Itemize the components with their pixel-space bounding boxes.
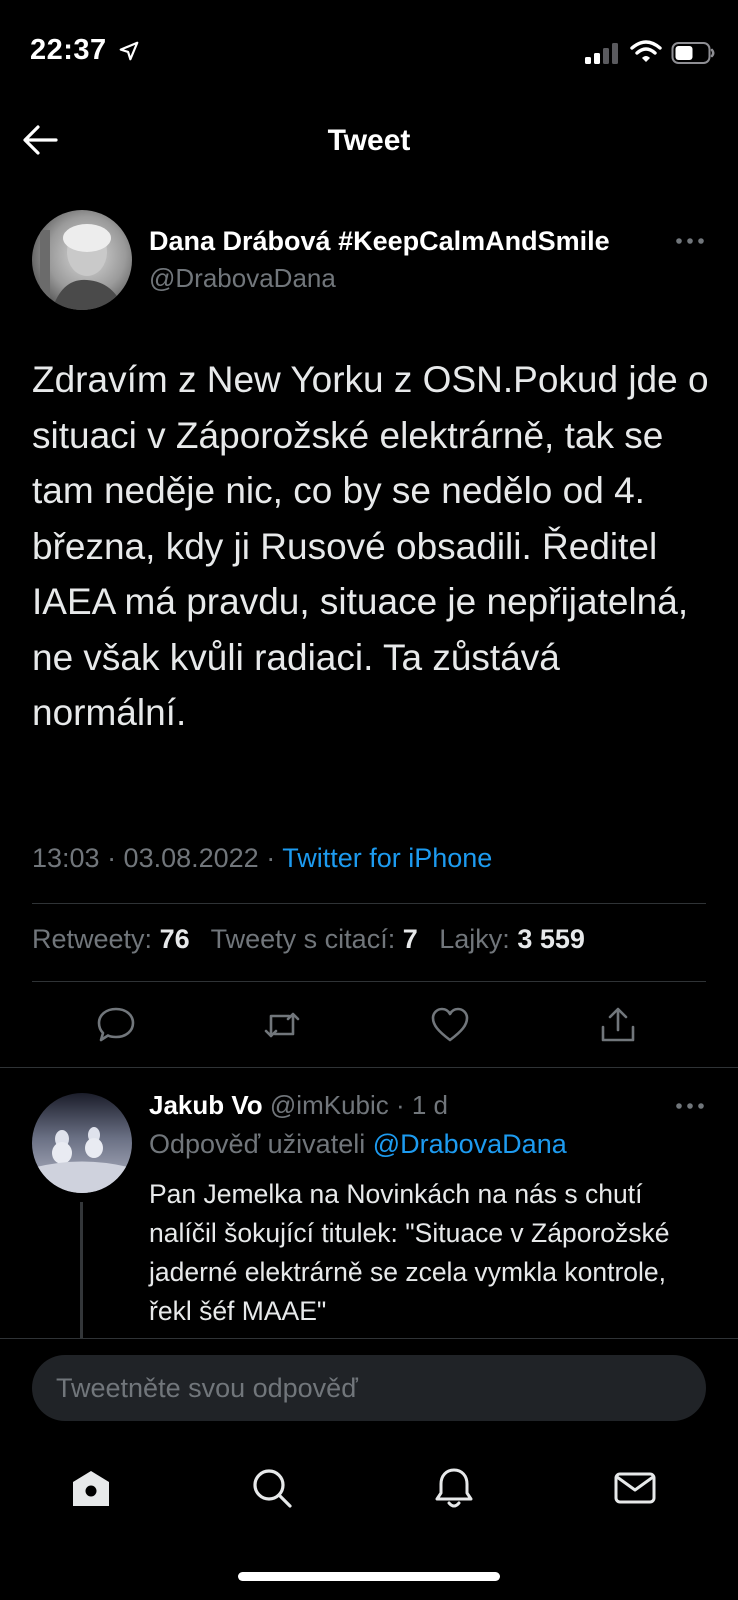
- author-handle[interactable]: @DrabovaDana: [149, 263, 336, 294]
- reply-to-label: Odpověď uživateli: [149, 1129, 373, 1159]
- tweet-text: Zdravím z New Yorku z OSN.Pokud jde o si…: [32, 359, 709, 733]
- divider: [32, 981, 706, 982]
- author-name[interactable]: Dana Drábová #KeepCalmAndSmile: [149, 226, 610, 257]
- status-time: 22:37: [30, 34, 107, 66]
- divider: [0, 1067, 738, 1068]
- reply-header: Jakub Vo @imKubic · 1 d: [149, 1090, 448, 1121]
- search-icon[interactable]: [250, 1466, 294, 1510]
- reply-text: Pan Jemelka na Novinkách na nás s chutí …: [149, 1179, 670, 1326]
- tweet-source-link[interactable]: Twitter for iPhone: [282, 843, 492, 873]
- likes-stat[interactable]: Lajky: 3 559: [439, 924, 585, 954]
- likes-label: Lajky:: [439, 924, 510, 954]
- home-indicator: [238, 1572, 500, 1581]
- avatar-image: [32, 210, 132, 310]
- like-icon[interactable]: [430, 1005, 470, 1045]
- reply-input[interactable]: [32, 1355, 676, 1421]
- reply-avatar-image: [32, 1093, 132, 1193]
- messages-icon[interactable]: [613, 1466, 657, 1510]
- more-options-icon[interactable]: [675, 236, 705, 246]
- quotes-count: 7: [402, 924, 418, 954]
- thread-line: [80, 1202, 83, 1338]
- home-icon[interactable]: [69, 1466, 113, 1510]
- battery-icon: [671, 42, 715, 64]
- reply-composer[interactable]: [32, 1355, 706, 1421]
- page-title: Tweet: [327, 124, 411, 157]
- retweets-stat[interactable]: Retweety: 76: [32, 924, 190, 954]
- quotes-label: Tweety s citací:: [210, 924, 396, 954]
- reply-to-mention[interactable]: @DrabovaDana: [373, 1129, 567, 1159]
- share-icon[interactable]: [598, 1005, 638, 1045]
- retweets-label: Retweety:: [32, 924, 153, 954]
- reply-author-name[interactable]: Jakub Vo: [149, 1090, 263, 1120]
- reply-to: Odpověď uživateli @DrabovaDana: [149, 1129, 567, 1160]
- retweets-count: 76: [159, 924, 190, 954]
- notifications-icon[interactable]: [432, 1466, 476, 1510]
- reply-handle-time[interactable]: @imKubic · 1 d: [263, 1090, 448, 1120]
- divider: [32, 903, 706, 904]
- avatar[interactable]: [32, 210, 132, 310]
- reply-more-options-icon[interactable]: [675, 1101, 705, 1111]
- retweet-icon[interactable]: [262, 1005, 302, 1045]
- tweet-stats: Retweety: 76 Tweety s citací: 7 Lajky: 3…: [32, 924, 585, 955]
- quotes-stat[interactable]: Tweety s citací: 7: [211, 924, 418, 954]
- cellular-signal-icon: [585, 43, 618, 64]
- wifi-icon: [630, 40, 662, 62]
- likes-count: 3 559: [517, 924, 585, 954]
- tweet-datetime: 13:03 · 03.08.2022 ·: [32, 843, 283, 873]
- reply-avatar[interactable]: [32, 1093, 132, 1193]
- reply-icon[interactable]: [96, 1005, 136, 1045]
- location-arrow-icon: [119, 41, 139, 61]
- tweet-metadata: 13:03 · 03.08.2022 · Twitter for iPhone: [32, 843, 492, 874]
